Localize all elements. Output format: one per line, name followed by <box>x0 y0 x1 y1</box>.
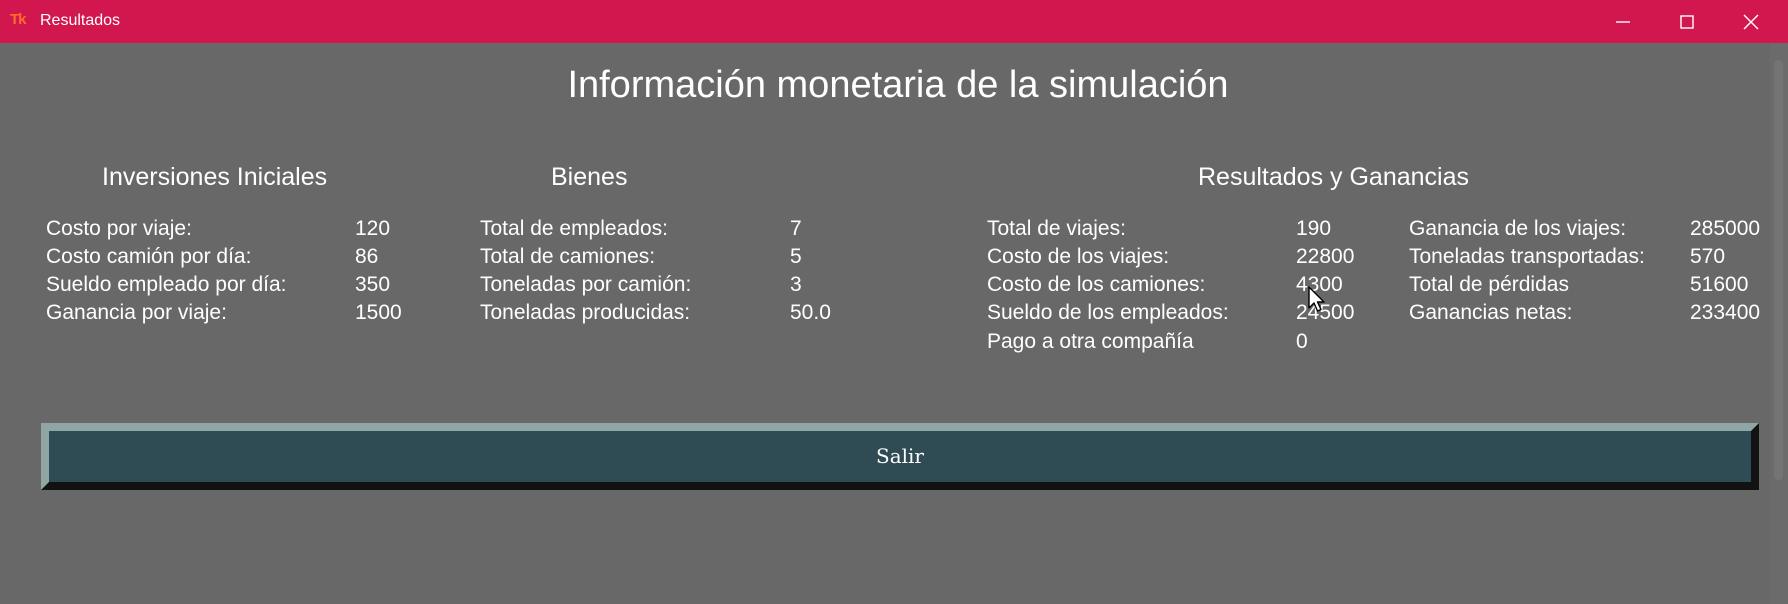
label-sueldo-empleado-dia: Sueldo empleado por día: <box>46 273 287 296</box>
value-total-viajes: 190 <box>1296 217 1332 240</box>
scrollbar-thumb[interactable] <box>1774 60 1783 480</box>
value-costo-viajes: 22800 <box>1296 245 1355 268</box>
label-total-camiones: Total de camiones: <box>480 245 656 268</box>
label-toneladas-por-camion: Toneladas por camión: <box>480 273 692 296</box>
value-toneladas-por-camion: 3 <box>790 273 802 296</box>
close-button[interactable] <box>1720 0 1782 43</box>
label-toneladas-transportadas: Toneladas transportadas: <box>1409 245 1645 268</box>
value-toneladas-transportadas: 570 <box>1690 245 1726 268</box>
value-total-empleados: 7 <box>790 217 802 240</box>
label-costo-viaje: Costo por viaje: <box>46 217 192 240</box>
value-ganancia-viajes: 285000 <box>1690 217 1761 240</box>
salir-button[interactable]: Salir <box>41 423 1759 490</box>
value-ganancia-viaje: 1500 <box>355 301 402 324</box>
label-sueldo-empleados: Sueldo de los empleados: <box>987 301 1229 324</box>
page-title: Información monetaria de la simulación <box>567 64 1229 106</box>
label-total-perdidas: Total de pérdidas <box>1409 273 1569 296</box>
value-ganancias-netas: 233400 <box>1690 301 1761 324</box>
section-title-resultados: Resultados y Ganancias <box>1198 163 1469 191</box>
maximize-button[interactable] <box>1656 0 1718 43</box>
value-total-camiones: 5 <box>790 245 802 268</box>
label-costo-camion-dia: Costo camión por día: <box>46 245 252 268</box>
mouse-pointer-icon <box>1308 286 1325 312</box>
label-ganancias-netas: Ganancias netas: <box>1409 301 1573 324</box>
label-total-viajes: Total de viajes: <box>987 217 1126 240</box>
section-title-inversiones: Inversiones Iniciales <box>102 163 328 191</box>
label-total-empleados: Total de empleados: <box>480 217 668 240</box>
maximize-icon <box>1680 15 1694 29</box>
title-bar: Tk Resultados <box>0 0 1788 43</box>
value-sueldo-empleado-dia: 350 <box>355 273 391 296</box>
minimize-button[interactable] <box>1592 0 1654 43</box>
value-costo-viaje: 120 <box>355 217 391 240</box>
value-total-perdidas: 51600 <box>1690 273 1749 296</box>
label-costo-viajes: Costo de los viajes: <box>987 245 1170 268</box>
minimize-icon <box>1616 21 1630 23</box>
tk-app-icon: Tk <box>10 11 27 28</box>
value-toneladas-producidas: 50.0 <box>790 301 831 324</box>
section-title-bienes: Bienes <box>551 163 628 191</box>
window-title: Resultados <box>40 12 121 29</box>
label-costo-camiones: Costo de los camiones: <box>987 273 1206 296</box>
value-pago-otra-compania: 0 <box>1296 330 1308 353</box>
label-pago-otra-compania: Pago a otra compañía <box>987 330 1194 353</box>
close-icon <box>1743 14 1759 30</box>
label-ganancia-viajes: Ganancia de los viajes: <box>1409 217 1627 240</box>
label-ganancia-viaje: Ganancia por viaje: <box>46 301 227 324</box>
label-toneladas-producidas: Toneladas producidas: <box>480 301 691 324</box>
value-costo-camion-dia: 86 <box>355 245 379 268</box>
